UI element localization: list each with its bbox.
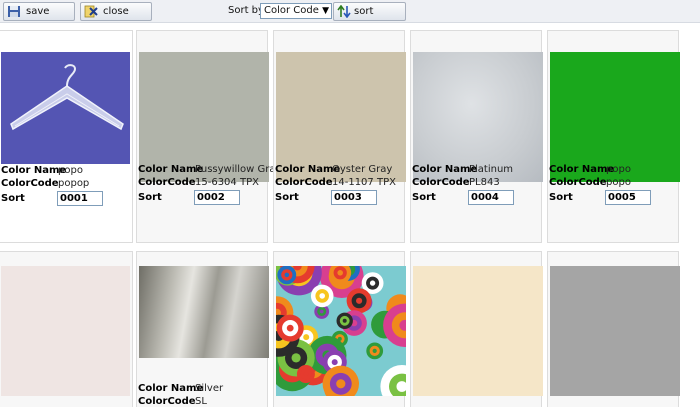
save-label: save	[26, 6, 50, 17]
color-code-value: popop	[58, 177, 90, 189]
sort-order-input[interactable]	[605, 190, 651, 205]
circles-pattern-image	[257, 248, 427, 407]
color-code-label: ColorCode	[138, 176, 196, 188]
dropdown-arrow-icon: ▼	[322, 6, 329, 16]
color-code-value: SL	[195, 395, 207, 407]
color-tile: Color Name Silver ColorCode SL	[136, 251, 269, 407]
color-tile	[547, 251, 680, 407]
color-tile: Color Name popo ColorCode popo Sort	[547, 30, 680, 243]
sort-order-input[interactable]	[194, 190, 240, 205]
color-swatch[interactable]	[550, 266, 680, 396]
color-swatch[interactable]	[550, 52, 680, 182]
color-name-value: Pussywillow Gray	[195, 164, 282, 175]
color-name-label: Color Name	[275, 164, 341, 175]
sort-by-value: Color Code	[264, 5, 319, 16]
color-tile	[257, 248, 427, 407]
hanger-image	[10, 64, 124, 131]
close-label: close	[103, 6, 129, 17]
color-code-label: ColorCode	[1, 177, 59, 189]
color-swatch[interactable]	[139, 266, 269, 358]
sort-order-input[interactable]	[331, 190, 377, 205]
sort-label: sort	[354, 6, 374, 17]
color-tile	[410, 251, 543, 407]
color-swatch[interactable]	[413, 266, 543, 396]
save-icon	[8, 6, 20, 17]
toolbar: save close Sort by: Color Code ▼ sort	[0, 0, 700, 23]
color-name-value: Oyster Gray	[332, 164, 393, 175]
color-swatch[interactable]	[1, 52, 130, 164]
color-tile	[0, 251, 133, 407]
sort-label: Sort	[138, 192, 162, 203]
sort-label: Sort	[275, 192, 299, 203]
sort-arrows-icon	[337, 5, 351, 18]
color-swatch[interactable]	[257, 248, 427, 407]
color-swatch[interactable]	[1, 266, 130, 396]
color-name-label: Color Name	[549, 164, 615, 175]
color-name-label: Color Name	[138, 164, 204, 175]
color-code-label: ColorCode	[549, 176, 607, 188]
color-name-value: Silver	[195, 383, 224, 394]
color-name-label: Color Name	[412, 164, 478, 175]
color-name-value: popo	[606, 164, 631, 175]
color-tile: Color Name popo ColorCode popop Sort	[0, 30, 133, 243]
sort-label: Sort	[549, 192, 573, 203]
color-swatch[interactable]	[276, 52, 406, 182]
color-swatch[interactable]	[413, 52, 543, 182]
color-code-value: 14-1107 TPX	[332, 176, 396, 188]
sort-by-select[interactable]: Color Code ▼	[260, 3, 332, 19]
save-button[interactable]: save	[3, 2, 75, 21]
color-code-label: ColorCode	[275, 176, 333, 188]
color-code-label: ColorCode	[412, 176, 470, 188]
sort-label: Sort	[412, 192, 436, 203]
color-name-value: popo	[58, 165, 83, 176]
color-code-label: ColorCode	[138, 395, 196, 407]
sort-button[interactable]: sort	[333, 2, 406, 21]
color-tile: Color Name Pussywillow Gray ColorCode 15-63…	[136, 30, 281, 243]
color-code-value: PL843	[469, 176, 500, 188]
color-swatch[interactable]	[139, 52, 269, 182]
close-icon	[84, 5, 98, 18]
color-code-value: popo	[606, 176, 631, 188]
color-name-label: Color Name	[1, 165, 67, 176]
color-name-label: Color Name	[138, 383, 204, 394]
sort-label: Sort	[1, 193, 25, 204]
close-button[interactable]: close	[80, 2, 152, 21]
sort-order-input[interactable]	[57, 191, 103, 206]
color-code-value: 15-6304 TPX	[195, 176, 259, 188]
color-name-value: Platinum	[469, 164, 514, 175]
sort-order-input[interactable]	[468, 190, 514, 205]
color-tile: Color Name Platinum ColorCode PL843 Sort	[410, 30, 543, 243]
color-tile: Color Name Oyster Gray ColorCode 14-1107 TP…	[273, 30, 406, 243]
